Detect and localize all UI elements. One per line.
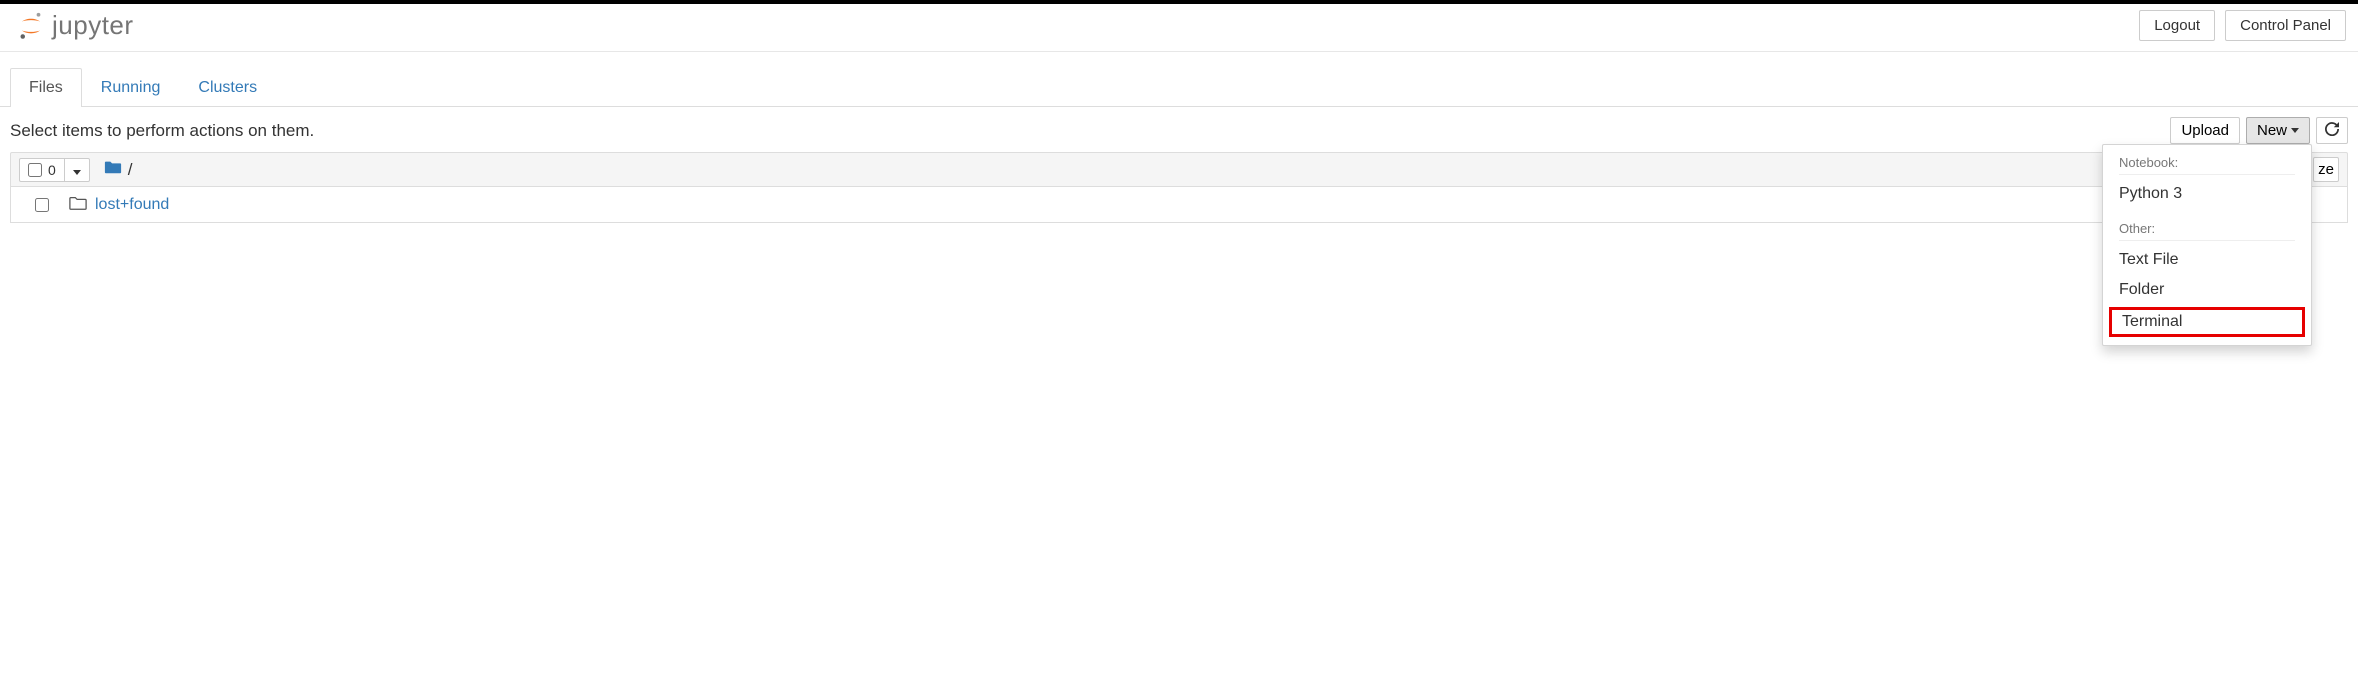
refresh-icon bbox=[2325, 122, 2339, 136]
toolbar: Select items to perform actions on them.… bbox=[0, 107, 2358, 152]
list-body: lost+found bbox=[10, 187, 2348, 223]
select-all-dropdown[interactable] bbox=[65, 159, 89, 181]
breadcrumb-root[interactable]: / bbox=[128, 160, 133, 180]
caret-down-icon bbox=[2291, 128, 2299, 133]
sort-size-button[interactable]: ze bbox=[2313, 157, 2339, 182]
folder-icon[interactable] bbox=[104, 159, 122, 180]
folder-outline-icon bbox=[69, 195, 87, 214]
new-python3[interactable]: Python 3 bbox=[2103, 179, 2311, 209]
selected-count: 0 bbox=[48, 162, 56, 178]
refresh-button[interactable] bbox=[2316, 117, 2348, 144]
header-buttons: Logout Control Panel bbox=[2139, 10, 2346, 41]
new-dropdown: Notebook: Python 3 Other: Text File Fold… bbox=[2102, 144, 2312, 346]
new-terminal[interactable]: Terminal bbox=[2109, 307, 2305, 337]
list-item: lost+found bbox=[11, 187, 2347, 222]
row-link[interactable]: lost+found bbox=[95, 196, 169, 214]
upload-button[interactable]: Upload bbox=[2170, 117, 2240, 144]
file-list: 0 / Name ↓ ze lo bbox=[0, 152, 2358, 223]
tab-files[interactable]: Files bbox=[10, 68, 82, 107]
toolbar-right: Upload New Notebook: Python 3 Other: Tex… bbox=[2170, 117, 2348, 144]
new-button[interactable]: New bbox=[2246, 117, 2310, 144]
new-button-label: New bbox=[2257, 122, 2287, 139]
caret-down-icon bbox=[73, 170, 81, 175]
tabs: Files Running Clusters bbox=[0, 52, 2358, 107]
tab-clusters[interactable]: Clusters bbox=[179, 68, 276, 107]
brand-text: jupyter bbox=[52, 10, 134, 41]
dropdown-section-notebook: Notebook: bbox=[2103, 149, 2311, 172]
logout-button[interactable]: Logout bbox=[2139, 10, 2215, 41]
select-all-group: 0 bbox=[19, 158, 90, 182]
action-hint: Select items to perform actions on them. bbox=[10, 121, 314, 141]
control-panel-button[interactable]: Control Panel bbox=[2225, 10, 2346, 41]
divider bbox=[2119, 174, 2295, 175]
select-all-checkbox[interactable] bbox=[28, 163, 42, 177]
breadcrumb: / bbox=[104, 159, 133, 180]
row-checkbox[interactable] bbox=[35, 198, 49, 212]
new-folder[interactable]: Folder bbox=[2103, 275, 2311, 305]
jupyter-logo[interactable]: jupyter bbox=[12, 10, 134, 41]
sort-size-fragment: ze bbox=[2318, 161, 2334, 178]
jupyter-icon bbox=[16, 11, 46, 41]
new-text-file[interactable]: Text File bbox=[2103, 245, 2311, 275]
tab-running[interactable]: Running bbox=[82, 68, 180, 107]
header: jupyter Logout Control Panel bbox=[0, 4, 2358, 52]
select-all-checkbox-wrap[interactable]: 0 bbox=[20, 159, 65, 181]
list-header: 0 / Name ↓ ze bbox=[10, 152, 2348, 187]
divider bbox=[2119, 240, 2295, 241]
dropdown-section-other: Other: bbox=[2103, 215, 2311, 238]
